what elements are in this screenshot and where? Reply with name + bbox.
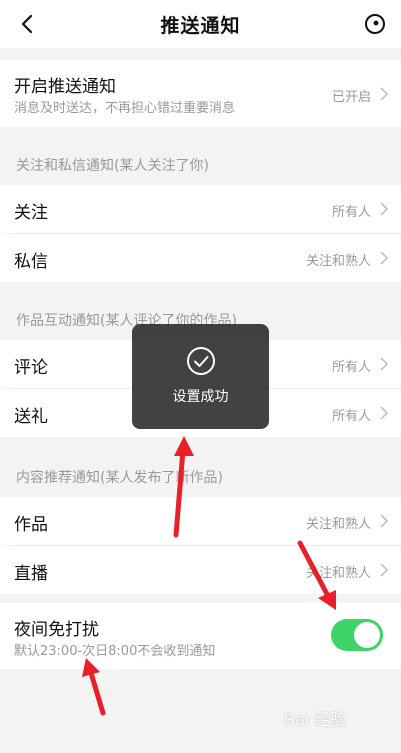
message-value: 关注和熟人	[305, 254, 371, 269]
chevron-left-icon[interactable]	[14, 10, 42, 38]
night-dnd-row: 夜间免打扰 默认23:00-次日8:00不会收到通知	[0, 603, 401, 669]
follow-value: 所有人	[331, 205, 371, 220]
check-circle-icon	[186, 347, 215, 375]
night-sub: 默认23:00-次日8:00不会收到通知	[14, 644, 216, 659]
watermark: Bai 经验	[284, 710, 347, 729]
toast-text: 设置成功	[172, 389, 229, 405]
chevron-right-icon	[380, 357, 389, 371]
follow-label: 关注	[14, 203, 48, 223]
toggle-knob	[354, 622, 380, 648]
message-label: 私信	[14, 252, 48, 272]
works-value: 关注和熟人	[305, 517, 371, 532]
live-value: 关注和熟人	[305, 566, 371, 581]
live-row[interactable]: 直播 关注和熟人	[0, 546, 401, 594]
chevron-right-icon	[380, 406, 389, 420]
gift-value: 所有人	[331, 409, 371, 424]
success-toast: 设置成功	[132, 324, 269, 429]
works-label: 作品	[14, 515, 48, 535]
push-sub: 消息及时送达，不再担心错过重要消息	[14, 101, 236, 116]
follow-row[interactable]: 关注 所有人	[0, 185, 401, 233]
page-title: 推送通知	[160, 14, 241, 37]
comment-label: 评论	[14, 358, 48, 378]
live-label: 直播	[14, 564, 48, 584]
chevron-right-icon	[380, 87, 389, 101]
section-recommend-title: 内容推荐通知(某人发布了新作品)	[16, 470, 223, 486]
chevron-right-icon	[380, 563, 389, 577]
push-status: 已开启	[331, 90, 371, 105]
chevron-right-icon	[380, 251, 389, 265]
works-row[interactable]: 作品 关注和熟人	[0, 497, 401, 545]
night-dnd-toggle[interactable]	[331, 619, 383, 651]
message-row[interactable]: 私信 关注和熟人	[0, 234, 401, 282]
push-label: 开启推送通知	[14, 77, 116, 97]
top-bar: 推送通知	[0, 0, 401, 48]
circle-dot-icon[interactable]	[363, 12, 387, 36]
comment-value: 所有人	[331, 360, 371, 375]
push-notification-row[interactable]: 开启推送通知 消息及时送达，不再担心错过重要消息 已开启	[0, 60, 401, 127]
section-follow-title: 关注和私信通知(某人关注了你)	[16, 158, 209, 174]
chevron-right-icon	[380, 202, 389, 216]
gift-label: 送礼	[14, 407, 48, 427]
night-label: 夜间免打扰	[14, 620, 99, 640]
chevron-right-icon	[380, 514, 389, 528]
